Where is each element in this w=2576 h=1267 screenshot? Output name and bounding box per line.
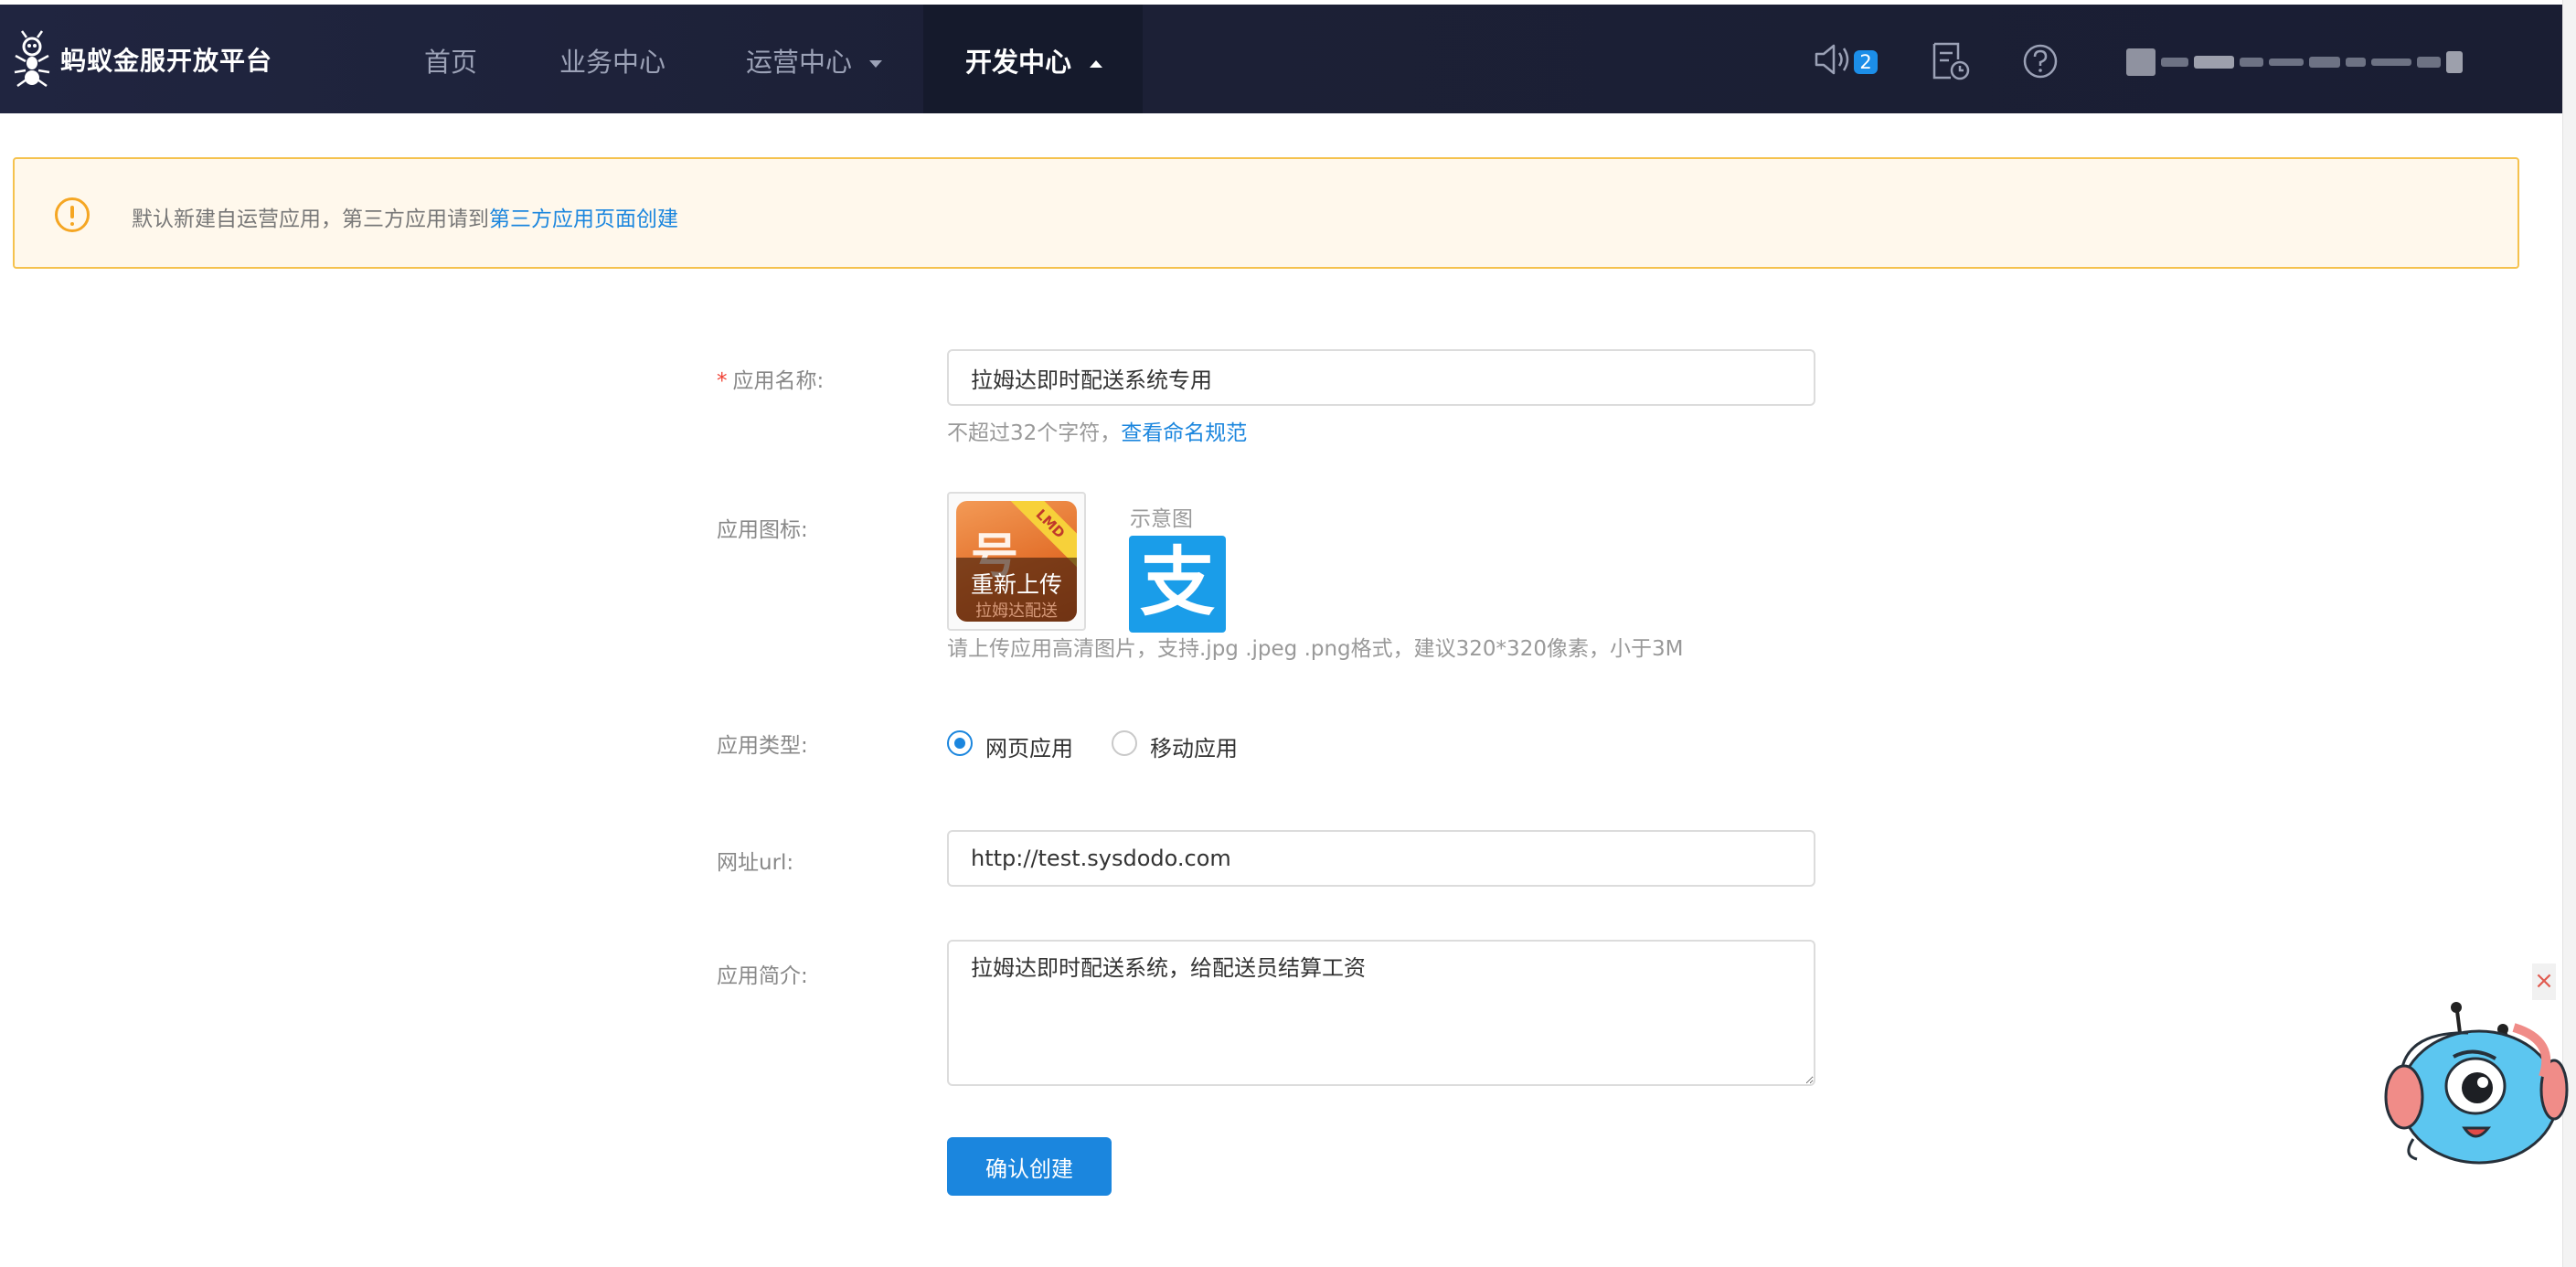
- username-blurred: [2346, 58, 2366, 67]
- avatar: [2126, 48, 2156, 76]
- app-name-label: * 应用名称:: [717, 363, 824, 394]
- notice-text: 默认新建自运营应用，第三方应用请到第三方应用页面创建: [132, 201, 678, 232]
- app-icon-label: 应用图标:: [717, 518, 808, 542]
- document-clock-icon[interactable]: [1931, 41, 1971, 81]
- app-name-hint: 不超过32个字符，查看命名规范: [947, 415, 1247, 446]
- radio-mobile-app-label[interactable]: 移动应用: [1150, 730, 1238, 762]
- warning-icon: [55, 197, 90, 232]
- app-intro-textarea[interactable]: 拉姆达即时配送系统，给配送员结算工资: [947, 940, 1815, 1086]
- app-intro-label: 应用简介:: [717, 964, 808, 988]
- nav-business-center[interactable]: 业务中心: [559, 41, 665, 80]
- nav-home-label: 首页: [424, 47, 478, 78]
- username-blurred: [2417, 57, 2441, 68]
- notification-badge[interactable]: 2: [1854, 50, 1878, 74]
- app-name-hint-text: 不超过32个字符，: [947, 421, 1122, 445]
- confirm-create-button[interactable]: 确认创建: [947, 1137, 1112, 1196]
- nav-home[interactable]: 首页: [424, 41, 477, 80]
- username-blurred: [2309, 57, 2340, 68]
- url-input[interactable]: [947, 830, 1815, 887]
- username-blurred: [2269, 59, 2304, 66]
- nav-developer-center[interactable]: 开发中心: [965, 41, 1103, 80]
- nav-operations-center-label: 运营中心: [746, 47, 853, 78]
- username-blurred: [2240, 58, 2263, 67]
- info-notice: 默认新建自运营应用，第三方应用请到第三方应用页面创建: [13, 157, 2519, 269]
- naming-rules-link[interactable]: 查看命名规范: [1121, 421, 1247, 445]
- reupload-button[interactable]: 重新上传: [956, 567, 1077, 600]
- top-navigation-bar: 蚂蚁金服开放平台 首页 业务中心 运营中心 开发中心 2: [0, 5, 2562, 113]
- alipay-glyph: 支: [1139, 539, 1215, 626]
- radio-web-app-label[interactable]: 网页应用: [985, 730, 1073, 762]
- nav-operations-center[interactable]: 运营中心: [746, 41, 883, 80]
- username-blurred: [2446, 51, 2463, 73]
- app-type-label: 应用类型:: [717, 734, 808, 758]
- username-blurred: [2194, 56, 2234, 69]
- username-blurred: [2161, 58, 2188, 67]
- username-blurred: [2371, 59, 2411, 66]
- radio-mobile-app[interactable]: [1112, 730, 1137, 756]
- app-name-input[interactable]: [947, 349, 1815, 406]
- icon-upload-box[interactable]: 号 LMD 重新上传 拉姆达配送: [947, 492, 1086, 631]
- third-party-app-link[interactable]: 第三方应用页面创建: [489, 208, 678, 231]
- icon-upload-hint: 请上传应用高清图片，支持.jpg .jpeg .png格式，建议320*320像…: [947, 637, 1684, 661]
- chevron-up-icon: [1090, 60, 1103, 68]
- user-account-info[interactable]: [2126, 48, 2510, 76]
- nav-developer-center-label: 开发中心: [965, 47, 1072, 78]
- brand-name[interactable]: 蚂蚁金服开放平台: [60, 41, 272, 78]
- nav-business-center-label: 业务中心: [559, 47, 666, 78]
- chevron-down-icon: [869, 60, 883, 68]
- radio-web-app[interactable]: [947, 730, 973, 756]
- app-name-label-text: 应用名称:: [732, 369, 825, 393]
- ant-logo-icon[interactable]: [11, 30, 53, 87]
- app-icon-subtext: 拉姆达配送: [975, 602, 1058, 621]
- app-icon-preview: 号 LMD 重新上传 拉姆达配送: [956, 501, 1077, 622]
- url-label: 网址url:: [717, 851, 794, 875]
- notice-message: 默认新建自运营应用，第三方应用请到: [132, 208, 489, 231]
- required-marker: *: [717, 369, 728, 393]
- example-label: 示意图: [1130, 507, 1193, 531]
- alipay-icon: 支: [1129, 536, 1226, 633]
- speaker-icon[interactable]: [1814, 43, 1852, 76]
- help-icon[interactable]: [2022, 43, 2059, 80]
- support-robot-icon[interactable]: [2377, 995, 2569, 1168]
